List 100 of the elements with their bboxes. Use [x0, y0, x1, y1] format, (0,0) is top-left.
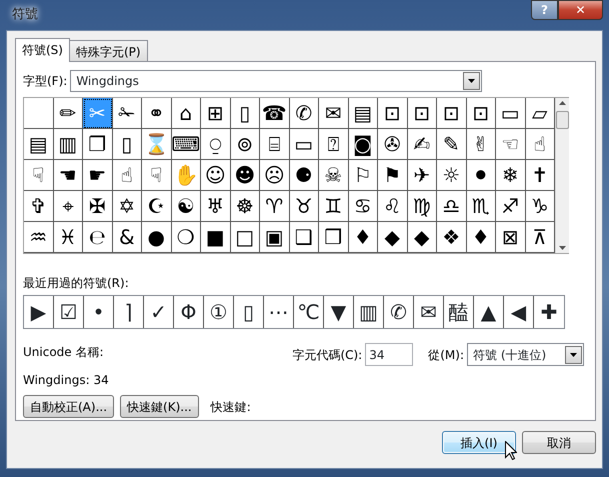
dialog-button[interactable]: 自動校正(A)...	[23, 395, 114, 418]
symbol-cell[interactable]: ◙	[348, 129, 378, 160]
symbol-cell[interactable]: ♑	[526, 191, 555, 222]
symbol-cell[interactable]: ☺	[201, 160, 230, 191]
symbol-cell[interactable]: ⊠	[496, 222, 526, 253]
symbol-cell[interactable]: ✌	[466, 129, 496, 160]
symbol-cell[interactable]: ●	[142, 222, 172, 253]
symbol-cell[interactable]: ✁	[112, 98, 142, 129]
symbol-cell[interactable]: ⌖	[54, 191, 83, 222]
symbol-cell[interactable]: ⚭	[142, 98, 172, 129]
symbol-cell[interactable]: ℮	[83, 222, 112, 253]
symbol-cell[interactable]: ⊼	[526, 222, 555, 253]
symbol-cell[interactable]: ☹	[260, 160, 290, 191]
tab[interactable]: 符號(S)	[15, 38, 70, 62]
symbol-cell[interactable]: ⊞	[201, 98, 230, 129]
symbol-cell[interactable]: ◆	[408, 222, 437, 253]
symbol-cell[interactable]: ⊡	[466, 98, 496, 129]
symbol-cell[interactable]: ♐	[496, 191, 526, 222]
symbol-cell[interactable]: ☪	[142, 191, 172, 222]
symbol-cell[interactable]: ⌨	[172, 129, 201, 160]
symbol-cell[interactable]: ⊡	[408, 98, 437, 129]
symbol-cell[interactable]: □	[230, 222, 260, 253]
symbol-cell[interactable]: ▯	[112, 129, 142, 160]
dialog-button[interactable]: 快速鍵(K)...	[120, 395, 199, 418]
symbol-cell[interactable]: ✍	[408, 129, 437, 160]
symbol-cell[interactable]: ✡	[112, 191, 142, 222]
symbol-cell[interactable]: ☼	[437, 160, 466, 191]
symbol-cell[interactable]: ⍰	[319, 129, 348, 160]
symbol-cell[interactable]: ♈	[260, 191, 290, 222]
symbol-cell[interactable]: ☛	[83, 160, 112, 191]
symbol-cell[interactable]: ✝	[526, 160, 555, 191]
symbol-cell[interactable]: ✎	[437, 129, 466, 160]
symbol-cell[interactable]: ♌	[378, 191, 408, 222]
symbol-cell[interactable]: ❒	[319, 222, 348, 253]
symbol-cell[interactable]: ☎	[260, 98, 290, 129]
symbol-cell[interactable]: ⌂	[172, 98, 201, 129]
symbol-cell[interactable]: ☟	[24, 160, 54, 191]
symbol-cell[interactable]: ⚫	[466, 160, 496, 191]
symbol-cell[interactable]: ☝	[526, 129, 555, 160]
scroll-down-icon[interactable]	[559, 246, 566, 250]
font-dropdown[interactable]: Wingdings	[70, 70, 482, 92]
from-dropdown[interactable]: 符號 (十進位)	[467, 343, 584, 366]
symbol-cell[interactable]: ▯	[230, 98, 260, 129]
symbol-cell[interactable]: ✈	[408, 160, 437, 191]
symbol-cell[interactable]: ▤	[24, 129, 54, 160]
cancel-button[interactable]: 取消	[522, 431, 596, 454]
insert-button[interactable]: 插入(I)	[442, 431, 516, 454]
symbol-cell[interactable]: ♦	[348, 222, 378, 253]
symbol-cell[interactable]: ☟	[142, 160, 172, 191]
symbol-cell[interactable]: ✉	[319, 98, 348, 129]
symbol-cell[interactable]: ☜	[496, 129, 526, 160]
symbol-cell[interactable]: ☻	[230, 160, 260, 191]
symbol-cell[interactable]: ▱	[526, 98, 555, 129]
symbol-cell[interactable]: ♎	[437, 191, 466, 222]
symbol-cell[interactable]: ▭	[496, 98, 526, 129]
symbol-cell[interactable]: ♓	[54, 222, 83, 253]
scrollbar[interactable]	[555, 98, 569, 253]
symbol-cell[interactable]: ♅	[201, 191, 230, 222]
symbol-cell[interactable]: ❖	[437, 222, 466, 253]
symbol-cell[interactable]: ✞	[24, 191, 54, 222]
scroll-thumb[interactable]	[556, 111, 569, 129]
symbol-cell[interactable]: ✇	[378, 129, 408, 160]
close-button[interactable]: ✕	[558, 0, 603, 20]
symbol-cell[interactable]: ❐	[83, 129, 112, 160]
symbol-cell[interactable]: ▤	[348, 98, 378, 129]
symbol-cell[interactable]: ☯	[172, 191, 201, 222]
symbol-cell[interactable]: ◆	[378, 222, 408, 253]
symbol-cell[interactable]: ☝	[112, 160, 142, 191]
symbol-cell[interactable]: ♒	[24, 222, 54, 253]
symbol-cell[interactable]: ♊	[319, 191, 348, 222]
symbol-cell[interactable]: ☸	[230, 191, 260, 222]
symbol-cell[interactable]: ❑	[290, 222, 319, 253]
symbol-cell[interactable]: ⚐	[348, 160, 378, 191]
symbol-cell[interactable]: ✆	[290, 98, 319, 129]
symbol-cell[interactable]: ▣	[260, 222, 290, 253]
symbol-cell[interactable]: ✠	[83, 191, 112, 222]
symbol-cell[interactable]: ⚈	[290, 160, 319, 191]
symbol-cell[interactable]: ♋	[348, 191, 378, 222]
symbol-cell[interactable]: ⌸	[260, 129, 290, 160]
symbol-cell[interactable]: ⍜	[201, 129, 230, 160]
symbol-cell[interactable]: ☠	[319, 160, 348, 191]
symbol-cell[interactable]: ❄	[496, 160, 526, 191]
symbol-cell[interactable]: ♉	[290, 191, 319, 222]
symbol-cell[interactable]: ♦	[466, 222, 496, 253]
char-code-field[interactable]: 34	[365, 343, 414, 366]
symbol-cell[interactable]: ⊚	[230, 129, 260, 160]
symbol-cell[interactable]: ☚	[54, 160, 83, 191]
symbol-cell[interactable]: ▭	[290, 129, 319, 160]
symbol-cell[interactable]: &	[112, 222, 142, 253]
symbol-cell[interactable]: ⊡	[378, 98, 408, 129]
symbol-cell[interactable]: ⚑	[378, 160, 408, 191]
scroll-up-icon[interactable]	[559, 101, 566, 105]
symbol-cell[interactable]: ♏	[466, 191, 496, 222]
symbol-cell[interactable]: ⊡	[437, 98, 466, 129]
symbol-cell[interactable]: ▥	[54, 129, 83, 160]
symbol-cell[interactable]: ♍	[408, 191, 437, 222]
symbol-cell[interactable]: ❍	[172, 222, 201, 253]
tab[interactable]: 特殊字元(P)	[68, 40, 148, 61]
symbol-cell[interactable]: ✏	[54, 98, 83, 129]
symbol-cell[interactable]: ■	[201, 222, 230, 253]
